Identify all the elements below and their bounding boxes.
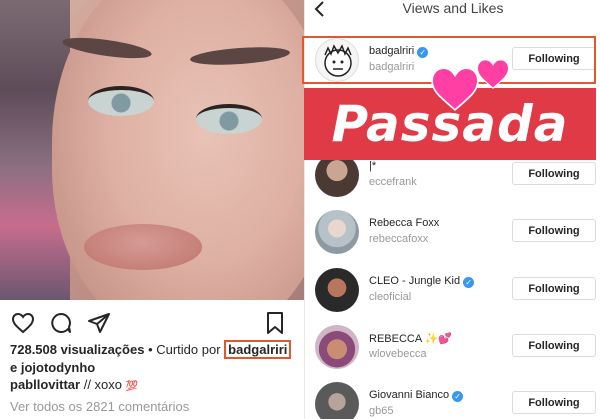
instagram-post: 728.508 visualizações • Curtido por badg… — [0, 0, 304, 419]
comment-icon[interactable] — [48, 310, 74, 336]
following-button[interactable]: Following — [512, 162, 596, 185]
username[interactable]: badgalriri ✓ — [369, 45, 429, 58]
username-text[interactable]: Giovanni Bianco — [369, 389, 449, 401]
likes-line: 728.508 visualizações • Curtido por badg… — [10, 340, 292, 359]
username[interactable]: Rebecca Foxx — [369, 217, 439, 229]
verified-badge-icon: ✓ — [452, 391, 464, 402]
user-row[interactable]: REBECCA ✨💕 wlovebecca Following — [305, 318, 600, 376]
following-button[interactable]: Following — [512, 219, 596, 242]
photo-eye-right — [196, 104, 262, 134]
user-fullname: rebeccafoxx — [369, 233, 429, 245]
avatar[interactable] — [315, 38, 359, 82]
bookmark-icon[interactable] — [262, 310, 288, 336]
view-count[interactable]: 728.508 visualizações — [10, 342, 144, 357]
username[interactable]: REBECCA ✨💕 — [369, 332, 452, 345]
panel-title: Views and Likes — [402, 0, 504, 16]
user-fullname: eccefrank — [369, 176, 417, 188]
views-and-likes-panel: Views and Likes badgalriri ✓ badgalriri F… — [304, 0, 600, 419]
panel-header: Views and Likes — [305, 0, 600, 24]
avatar[interactable] — [315, 210, 359, 254]
user-row[interactable]: CLEO - Jungle Kid ✓ cleoficial Following — [305, 261, 600, 319]
heart-icon[interactable] — [10, 310, 36, 336]
avatar[interactable] — [315, 382, 359, 419]
user-row[interactable]: Rebecca Foxx rebeccafoxx Following — [305, 203, 600, 261]
hundred-emoji: 💯 — [125, 381, 139, 392]
heart-sticker-icon — [431, 67, 479, 111]
username[interactable]: Giovanni Bianco ✓ — [369, 389, 464, 402]
username[interactable]: CLEO - Jungle Kid ✓ — [369, 275, 475, 288]
caption-text: // xoxo — [83, 377, 122, 392]
username-text[interactable]: CLEO - Jungle Kid — [369, 275, 460, 287]
share-icon[interactable] — [86, 310, 112, 336]
username[interactable]: |* — [369, 160, 376, 172]
user-fullname: wlovebecca — [369, 348, 427, 360]
following-button[interactable]: Following — [512, 391, 596, 414]
liked-by-user[interactable]: badgalriri — [224, 340, 292, 359]
following-button[interactable]: Following — [512, 277, 596, 300]
following-button[interactable]: Following — [512, 334, 596, 357]
photo-eye-left — [88, 86, 154, 116]
verified-badge-icon: ✓ — [417, 47, 429, 58]
following-button[interactable]: Following — [512, 47, 596, 70]
user-fullname: badgalriri — [369, 61, 415, 73]
user-row[interactable]: Giovanni Bianco ✓ gb65 Following — [305, 375, 600, 419]
avatar[interactable] — [315, 325, 359, 369]
username-text[interactable]: badgalriri — [369, 45, 414, 57]
photo-lips — [84, 224, 202, 270]
heart-sticker-small-icon — [476, 59, 510, 89]
liked-by-more[interactable]: e jojotodynho — [10, 360, 95, 375]
user-fullname: gb65 — [369, 405, 394, 417]
post-photo[interactable] — [0, 0, 304, 300]
post-action-bar — [10, 310, 300, 336]
liked-by-prefix: • Curtido por — [148, 342, 221, 357]
verified-badge-icon: ✓ — [463, 277, 475, 288]
avatar[interactable] — [315, 268, 359, 312]
post-caption: pabllovittar // xoxo 💯 — [10, 377, 138, 392]
caption-username[interactable]: pabllovittar — [10, 377, 80, 392]
user-fullname: cleoficial — [369, 291, 412, 303]
view-comments-link[interactable]: Ver todos os 2821 comentários — [10, 399, 189, 414]
